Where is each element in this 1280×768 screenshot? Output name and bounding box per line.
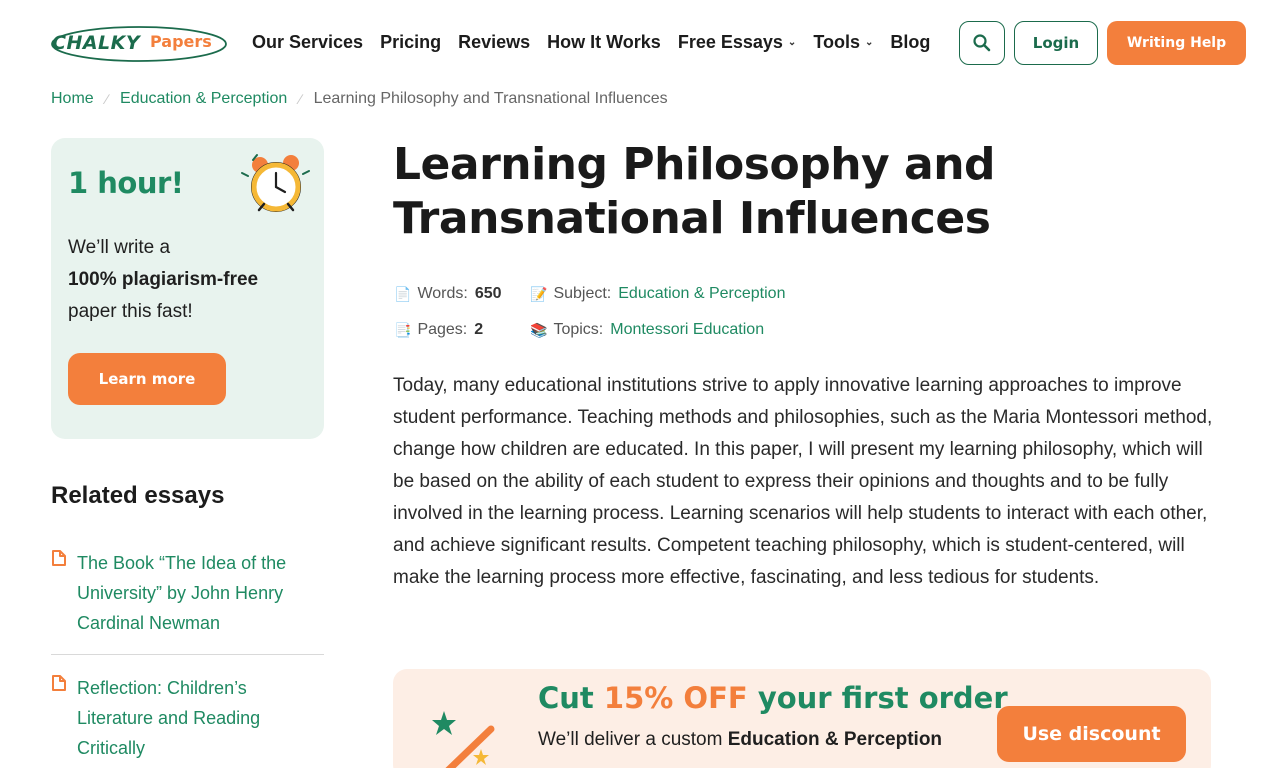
promo-line-1: We’ll write a xyxy=(68,237,171,258)
login-button[interactable]: Login xyxy=(1014,21,1098,65)
breadcrumb-separator: ∕ xyxy=(105,91,109,107)
promo-card: 1 hour! We’ll write a 100% plagiarism-fr… xyxy=(51,138,324,439)
nav-label: Our Services xyxy=(252,32,364,52)
meta-subject-label: Subject: xyxy=(553,285,612,302)
search-button[interactable] xyxy=(959,21,1005,65)
nav-label: Reviews xyxy=(458,32,531,52)
discount-banner: Cut 15% OFF your first order We’ll deliv… xyxy=(393,669,1211,768)
page-icon: 📄 xyxy=(394,285,412,302)
meta-topics: 📚 Topics: Montessori Education xyxy=(530,321,764,339)
divider xyxy=(51,654,324,655)
writing-help-button[interactable]: Writing Help xyxy=(1107,21,1246,65)
chevron-down-icon: ⌄ xyxy=(864,37,874,48)
magic-wand-icon xyxy=(432,711,495,768)
nav-reviews[interactable]: Reviews xyxy=(458,32,530,53)
nav-tools[interactable]: Tools ⌄ xyxy=(813,32,873,53)
meta-words: 📄 Words: 650 xyxy=(394,285,502,303)
main-nav: Our Services Pricing Reviews How It Work… xyxy=(252,32,947,53)
discount-sub-prefix: We’ll deliver a custom xyxy=(538,729,723,750)
document-icon xyxy=(52,675,66,691)
promo-line-3: paper this fast! xyxy=(68,301,193,322)
meta-topics-link[interactable]: Montessori Education xyxy=(610,321,764,339)
use-discount-button[interactable]: Use discount xyxy=(997,706,1186,762)
site-header: CHALKY Papers Our Services Pricing Revie… xyxy=(0,0,1280,88)
document-icon xyxy=(52,550,66,566)
promo-line-2: 100% plagiarism-free xyxy=(68,264,308,296)
nav-label: Free Essays xyxy=(677,32,783,52)
nav-how-it-works[interactable]: How It Works xyxy=(547,32,661,53)
meta-subject-link[interactable]: Education & Perception xyxy=(618,285,785,303)
discount-title: Cut 15% OFF your first order xyxy=(538,681,1008,715)
logo-text-chalky: CHALKY xyxy=(52,32,141,54)
breadcrumb-separator: ∕ xyxy=(299,91,302,107)
discount-amount: 15% OFF xyxy=(603,681,748,715)
nav-our-services[interactable]: Our Services xyxy=(252,32,363,53)
article-title: Learning Philosophy and Transnational In… xyxy=(393,139,996,244)
nav-blog[interactable]: Blog xyxy=(890,32,930,53)
breadcrumb-current: Learning Philosophy and Transnational In… xyxy=(313,90,668,107)
meta-pages-value: 2 xyxy=(474,321,484,338)
related-essay-link[interactable]: Reflection: Children’s Literature and Re… xyxy=(77,673,317,763)
nav-pricing[interactable]: Pricing xyxy=(380,32,441,53)
discount-sub-subject: Education & Perception xyxy=(727,729,943,750)
pages-icon: 📑 xyxy=(394,321,412,338)
logo[interactable]: CHALKY Papers xyxy=(50,24,228,64)
discount-subtitle: We’ll deliver a custom Education & Perce… xyxy=(538,729,942,751)
related-essays-title: Related essays xyxy=(51,482,225,509)
promo-text: We’ll write a 100% plagiarism-free paper… xyxy=(68,232,308,328)
nav-label: Pricing xyxy=(380,32,442,52)
meta-pages-label: Pages: xyxy=(417,321,468,338)
meta-topics-label: Topics: xyxy=(553,321,604,338)
breadcrumb-category[interactable]: Education & Perception xyxy=(120,90,287,108)
memo-icon: 📝 xyxy=(530,285,548,302)
discount-title-suffix: your first order xyxy=(757,681,1008,715)
alarm-clock-icon xyxy=(241,154,310,212)
books-icon: 📚 xyxy=(530,321,548,338)
search-icon xyxy=(973,34,991,52)
promo-title: 1 hour! xyxy=(68,166,184,200)
breadcrumb: Home ∕ Education & Perception ∕ Learning… xyxy=(51,90,668,108)
nav-label: How It Works xyxy=(547,32,661,52)
nav-label: Tools xyxy=(813,32,860,52)
meta-subject: 📝 Subject: Education & Perception xyxy=(530,285,785,303)
meta-words-value: 650 xyxy=(474,285,502,302)
related-essay-link[interactable]: The Book “The Idea of the University” by… xyxy=(77,548,317,638)
meta-words-label: Words: xyxy=(417,285,468,302)
breadcrumb-home[interactable]: Home xyxy=(51,90,94,108)
discount-title-prefix: Cut xyxy=(538,681,594,715)
logo-text-papers: Papers xyxy=(150,32,212,51)
chevron-down-icon: ⌄ xyxy=(787,37,797,48)
nav-label: Blog xyxy=(890,32,931,52)
meta-pages: 📑 Pages: 2 xyxy=(394,321,483,339)
nav-free-essays[interactable]: Free Essays ⌄ xyxy=(678,32,796,53)
promo-highlight: 100% plagiarism-free xyxy=(68,269,259,290)
learn-more-button[interactable]: Learn more xyxy=(68,353,226,405)
article-body: Today, many educational institutions str… xyxy=(393,375,1213,588)
